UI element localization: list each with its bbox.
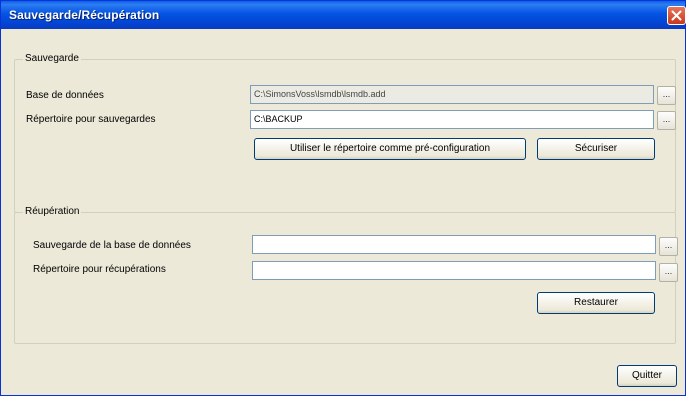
database-browse-button[interactable]: ... — [657, 86, 676, 105]
backup-restore-window: Sauvegarde/Récupération Sauvegarde Base … — [0, 0, 686, 396]
database-backup-browse-button[interactable]: ... — [659, 237, 678, 256]
quit-button[interactable]: Quitter — [617, 365, 677, 387]
window-title: Sauvegarde/Récupération — [9, 8, 160, 22]
database-label: Base de données — [26, 90, 104, 101]
restore-group-label: Réupération — [23, 206, 82, 217]
close-button[interactable] — [667, 6, 686, 25]
restore-group: Réupération Sauvegarde de la base de don… — [14, 206, 678, 344]
secure-button[interactable]: Sécuriser — [537, 138, 655, 160]
backup-directory-label: Répertoire pour sauvegardes — [26, 114, 156, 125]
restore-directory-browse-button[interactable]: ... — [659, 263, 678, 282]
backup-directory-browse-button[interactable]: ... — [657, 111, 676, 130]
database-backup-label: Sauvegarde de la base de données — [33, 240, 191, 251]
restore-directory-field[interactable] — [252, 261, 656, 280]
close-icon — [671, 10, 682, 21]
database-path-field[interactable]: C:\SimonsVoss\lsmdb\lsmdb.add — [250, 85, 654, 104]
restore-directory-label: Répertoire pour récupérations — [33, 264, 166, 275]
backup-directory-field[interactable]: C:\BACKUP — [250, 110, 654, 129]
database-backup-field[interactable] — [252, 235, 656, 254]
restore-button[interactable]: Restaurer — [537, 292, 655, 314]
title-bar[interactable]: Sauvegarde/Récupération — [1, 1, 686, 29]
dialog-body: Sauvegarde Base de données C:\SimonsVoss… — [5, 29, 681, 392]
use-directory-preset-button[interactable]: Utiliser le répertoire comme pré-configu… — [254, 138, 526, 160]
backup-group-label: Sauvegarde — [23, 53, 81, 64]
backup-group: Sauvegarde Base de données C:\SimonsVoss… — [14, 53, 676, 213]
